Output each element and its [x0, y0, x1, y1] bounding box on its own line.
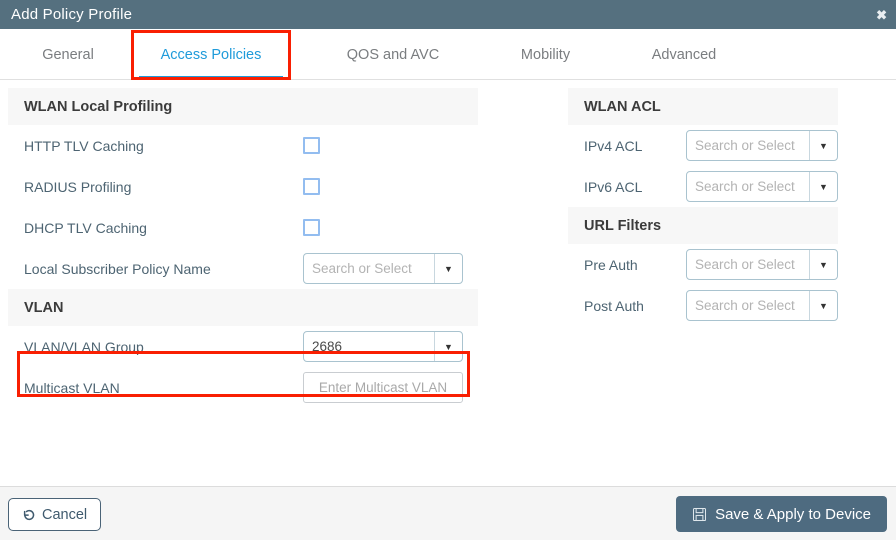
- dropdown-value: Search or Select: [695, 298, 795, 313]
- dialog-content: WLAN Local Profiling HTTP TLV Caching RADI…: [0, 80, 896, 486]
- dialog-title: Add Policy Profile: [11, 6, 133, 23]
- cancel-button[interactable]: Cancel: [8, 498, 102, 531]
- form-row-vlan-vlan-group: VLAN/VLAN Group 2686 ▼: [8, 326, 478, 367]
- dropdown-value: Search or Select: [312, 261, 412, 276]
- field-label: Multicast VLAN: [24, 379, 120, 396]
- tab-advanced[interactable]: Advanced: [628, 29, 740, 80]
- checkbox-radius-profiling[interactable]: [303, 178, 320, 195]
- dropdown-local-subscriber-policy-name[interactable]: Search or Select ▼: [303, 253, 463, 284]
- field-label: IPv4 ACL: [584, 137, 643, 154]
- dropdown-value: Search or Select: [695, 179, 795, 194]
- field-label: IPv6 ACL: [584, 178, 643, 195]
- dialog-titlebar: Add Policy Profile ✖: [0, 0, 896, 29]
- dropdown-pre-auth[interactable]: Search or Select ▼: [686, 249, 838, 280]
- tab-label: General: [42, 46, 94, 63]
- section-header-wlan-local-profiling: WLAN Local Profiling: [8, 88, 478, 125]
- tab-access-policies[interactable]: Access Policies: [131, 29, 291, 80]
- field-label: VLAN/VLAN Group: [24, 338, 144, 355]
- form-row-multicast-vlan: Multicast VLAN Enter Multicast VLAN: [8, 367, 478, 408]
- chevron-down-icon[interactable]: ▼: [809, 291, 837, 320]
- checkbox-http-tlv-caching[interactable]: [303, 137, 320, 154]
- chevron-down-icon[interactable]: ▼: [434, 254, 462, 283]
- close-icon[interactable]: ✖: [876, 8, 887, 21]
- undo-icon: [22, 508, 36, 522]
- chevron-down-icon[interactable]: ▼: [434, 332, 462, 361]
- field-label: Pre Auth: [584, 256, 638, 273]
- save-and-apply-button[interactable]: Save & Apply to Device: [676, 496, 887, 532]
- dropdown-value: 2686: [312, 339, 343, 354]
- tab-label: Advanced: [651, 46, 717, 63]
- floppy-disk-icon: [692, 507, 707, 522]
- field-label: DHCP TLV Caching: [24, 219, 147, 236]
- field-label: Post Auth: [584, 297, 644, 314]
- form-row-http-tlv-caching: HTTP TLV Caching: [8, 125, 478, 166]
- field-label: HTTP TLV Caching: [24, 137, 144, 154]
- chevron-down-icon[interactable]: ▼: [809, 172, 837, 201]
- section-header-wlan-acl: WLAN ACL: [568, 88, 838, 125]
- field-label: RADIUS Profiling: [24, 178, 132, 195]
- cancel-button-label: Cancel: [42, 506, 88, 523]
- chevron-down-icon[interactable]: ▼: [809, 250, 837, 279]
- form-row-post-auth: Post Auth Search or Select ▼: [568, 285, 838, 326]
- add-policy-profile-dialog: Add Policy Profile ✖ General Access Polic…: [0, 0, 896, 540]
- form-row-dhcp-tlv-caching: DHCP TLV Caching: [8, 207, 478, 248]
- tab-label: QOS and AVC: [346, 46, 440, 63]
- form-row-ipv4-acl: IPv4 ACL Search or Select ▼: [568, 125, 838, 166]
- form-row-pre-auth: Pre Auth Search or Select ▼: [568, 244, 838, 285]
- tab-mobility[interactable]: Mobility: [493, 29, 598, 80]
- tab-general[interactable]: General: [8, 29, 128, 80]
- tab-qos-and-avc[interactable]: QOS and AVC: [322, 29, 464, 80]
- field-label: Local Subscriber Policy Name: [24, 260, 211, 277]
- dropdown-ipv4-acl[interactable]: Search or Select ▼: [686, 130, 838, 161]
- dropdown-value: Search or Select: [695, 138, 795, 153]
- checkbox-dhcp-tlv-caching[interactable]: [303, 219, 320, 236]
- section-header-vlan: VLAN: [8, 289, 478, 326]
- input-multicast-vlan[interactable]: Enter Multicast VLAN: [303, 372, 463, 403]
- tab-label: Access Policies: [160, 46, 262, 63]
- form-row-radius-profiling: RADIUS Profiling: [8, 166, 478, 207]
- chevron-down-icon[interactable]: ▼: [809, 131, 837, 160]
- dialog-footer: Cancel Save & Apply to Device: [0, 486, 896, 540]
- left-column: WLAN Local Profiling HTTP TLV Caching RADI…: [8, 88, 478, 408]
- dropdown-value: Search or Select: [695, 257, 795, 272]
- tab-label: Mobility: [520, 46, 571, 63]
- save-and-apply-button-label: Save & Apply to Device: [715, 505, 871, 523]
- tab-bar: General Access Policies QOS and AVC Mobilit…: [0, 29, 896, 80]
- dropdown-vlan-vlan-group[interactable]: 2686 ▼: [303, 331, 463, 362]
- dropdown-ipv6-acl[interactable]: Search or Select ▼: [686, 171, 838, 202]
- right-column: WLAN ACL IPv4 ACL Search or Select ▼ IPv6 AC…: [568, 88, 838, 326]
- form-row-local-subscriber-policy-name: Local Subscriber Policy Name Search or Se…: [8, 248, 478, 289]
- dropdown-post-auth[interactable]: Search or Select ▼: [686, 290, 838, 321]
- form-row-ipv6-acl: IPv6 ACL Search or Select ▼: [568, 166, 838, 207]
- section-header-url-filters: URL Filters: [568, 207, 838, 244]
